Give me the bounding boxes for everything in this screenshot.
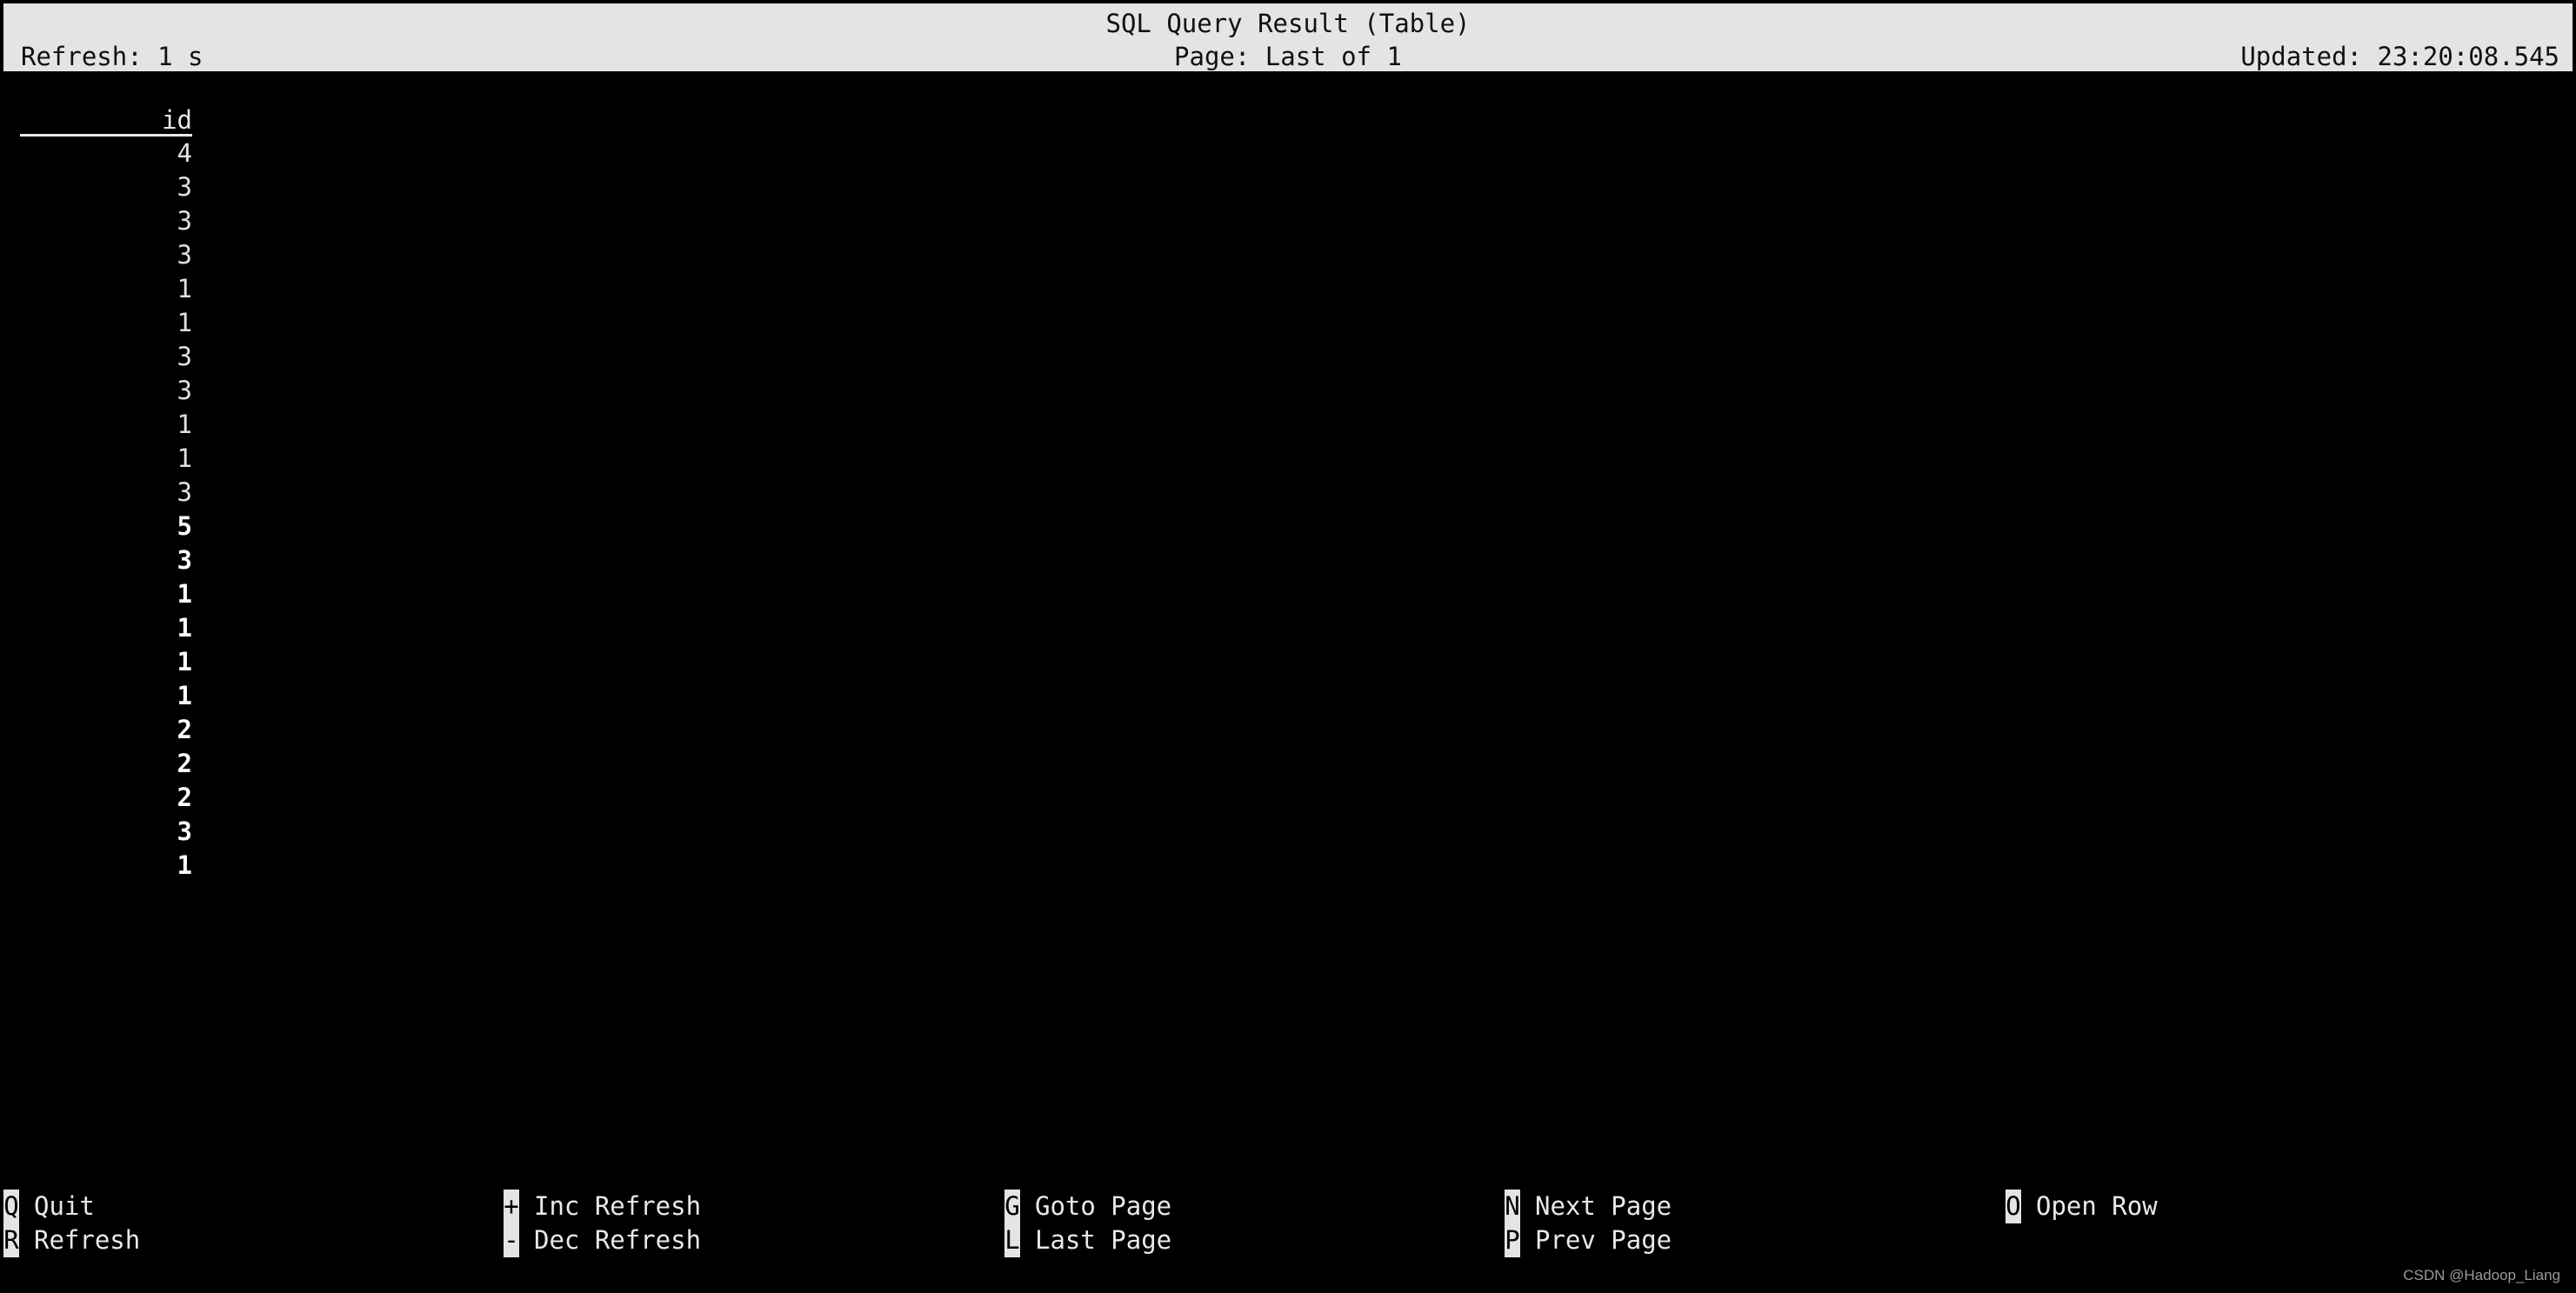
keybinding-column: O Open Row — [2005, 1190, 2158, 1223]
keybinding-open-row[interactable]: O Open Row — [2005, 1190, 2158, 1223]
keybinding-label: Open Row — [2036, 1191, 2158, 1221]
table-row[interactable]: 2 — [20, 781, 192, 815]
keybinding-label: Last Page — [1035, 1225, 1172, 1255]
table-row[interactable]: 1 — [20, 849, 192, 883]
table-row[interactable]: 1 — [20, 679, 192, 713]
table-row[interactable]: 1 — [20, 306, 192, 340]
key-cap: Q — [3, 1190, 19, 1223]
keybinding-dec-refresh[interactable]: - Dec Refresh — [504, 1223, 701, 1257]
table-row[interactable]: 1 — [20, 645, 192, 679]
page-indicator: Page: Last of 1 — [1174, 42, 1402, 71]
column-header-id: id — [20, 104, 192, 137]
table-row[interactable]: 3 — [20, 204, 192, 238]
table-row[interactable]: 2 — [20, 747, 192, 781]
keybinding-label: Goto Page — [1035, 1191, 1172, 1221]
keybinding-column: + Inc Refresh - Dec Refresh — [504, 1190, 701, 1257]
status-header: SQL Query Result (Table) Refresh: 1 s Pa… — [3, 3, 2573, 71]
table-row[interactable]: 3 — [20, 476, 192, 510]
key-cap: O — [2005, 1190, 2021, 1223]
table-row[interactable]: 4 — [20, 137, 192, 170]
table-rows: 4333113311353111122231 — [20, 137, 192, 883]
table-row[interactable]: 3 — [20, 374, 192, 408]
table-row[interactable]: 1 — [20, 442, 192, 476]
table-row[interactable]: 1 — [20, 611, 192, 645]
keybinding-footer: Q Quit R Refresh + Inc Refresh - Dec Refresh G Go… — [0, 1190, 2576, 1259]
keybinding-prev-page[interactable]: P Prev Page — [1505, 1223, 1672, 1257]
table-row[interactable]: 3 — [20, 170, 192, 204]
table-row[interactable]: 3 — [20, 543, 192, 577]
table-row[interactable]: 1 — [20, 272, 192, 306]
result-table: id 4333113311353111122231 — [20, 104, 192, 883]
table-row[interactable]: 3 — [20, 238, 192, 272]
key-cap: L — [1004, 1223, 1020, 1257]
keybinding-quit[interactable]: Q Quit — [3, 1190, 140, 1223]
window-title: SQL Query Result (Table) — [1105, 9, 1471, 38]
keybinding-label: Inc Refresh — [534, 1191, 702, 1221]
keybinding-column: N Next Page P Prev Page — [1505, 1190, 1672, 1257]
keybinding-column: Q Quit R Refresh — [3, 1190, 140, 1257]
table-row[interactable]: 5 — [20, 510, 192, 543]
table-row[interactable]: 1 — [20, 577, 192, 611]
keybinding-label: Refresh — [34, 1225, 141, 1255]
keybinding-goto-page[interactable]: G Goto Page — [1004, 1190, 1171, 1223]
keybinding-next-page[interactable]: N Next Page — [1505, 1190, 1672, 1223]
watermark: CSDN @Hadoop_Liang — [2403, 1267, 2560, 1283]
keybinding-column: G Goto Page L Last Page — [1004, 1190, 1171, 1257]
keybinding-refresh[interactable]: R Refresh — [3, 1223, 140, 1257]
table-row[interactable]: 1 — [20, 408, 192, 442]
key-cap: N — [1505, 1190, 1520, 1223]
keybinding-label: Quit — [34, 1191, 95, 1221]
keybinding-label: Dec Refresh — [534, 1225, 702, 1255]
keybinding-label: Prev Page — [1535, 1225, 1672, 1255]
table-row[interactable]: 3 — [20, 340, 192, 374]
header-status-row: Refresh: 1 s Page: Last of 1 Updated: 23… — [3, 40, 2573, 73]
keybinding-last-page[interactable]: L Last Page — [1004, 1223, 1171, 1257]
key-cap: G — [1004, 1190, 1020, 1223]
key-cap: P — [1505, 1223, 1520, 1257]
key-cap: - — [504, 1223, 519, 1257]
table-row[interactable]: 3 — [20, 815, 192, 849]
table-row[interactable]: 2 — [20, 713, 192, 747]
key-cap: + — [504, 1190, 519, 1223]
keybinding-label: Next Page — [1535, 1191, 1672, 1221]
updated-timestamp: Updated: 23:20:08.545 — [2240, 42, 2559, 71]
key-cap: R — [3, 1223, 19, 1257]
keybinding-inc-refresh[interactable]: + Inc Refresh — [504, 1190, 701, 1223]
